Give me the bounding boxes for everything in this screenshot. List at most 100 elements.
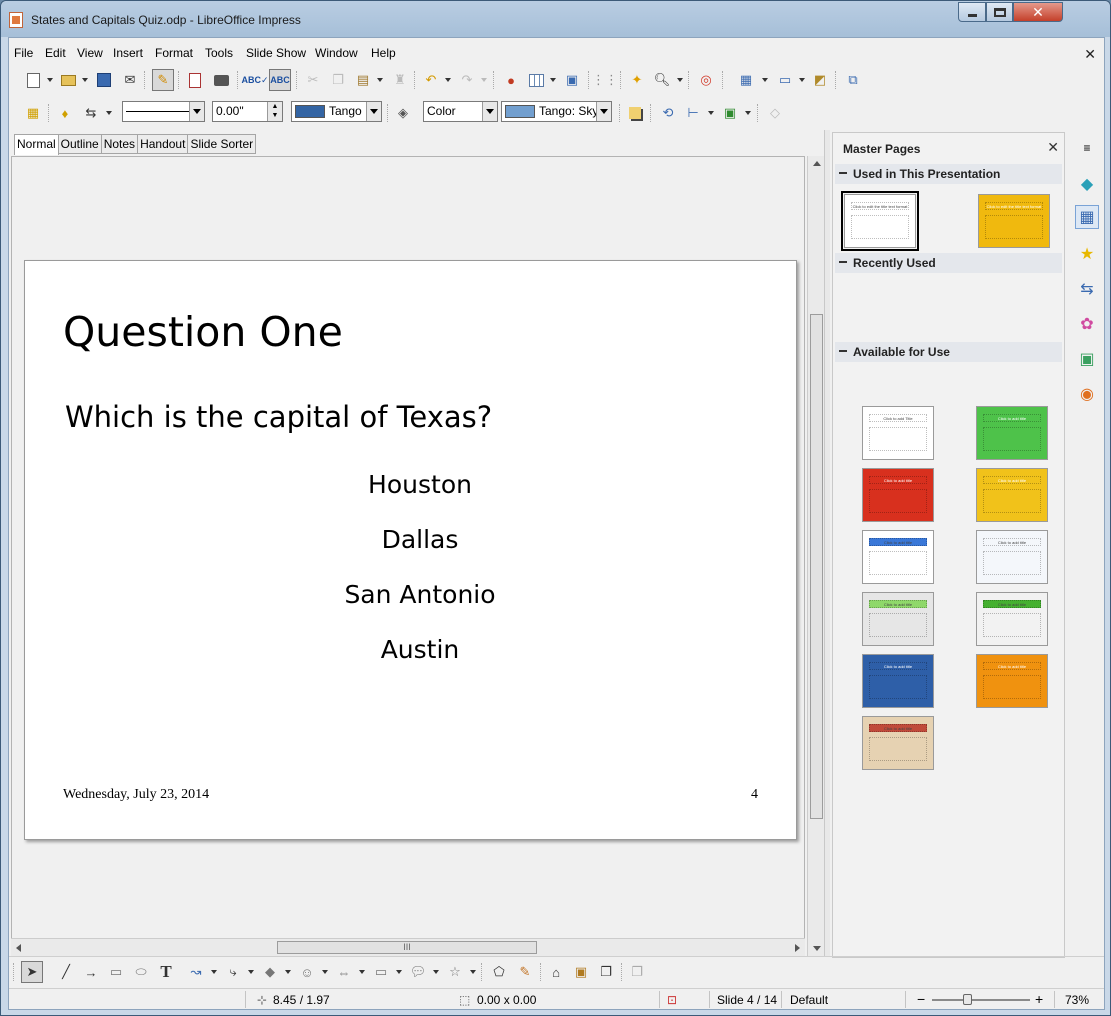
arrow-style-button[interactable]: ⇆ (80, 102, 102, 124)
undo-button[interactable]: ↶ (420, 69, 442, 91)
basic-shapes-button[interactable]: ◆ (259, 961, 281, 983)
menu-window[interactable]: Window (315, 46, 358, 60)
slide-question[interactable]: Which is the capital of Texas? (65, 400, 492, 434)
block-arrows-dropdown-arrow[interactable] (359, 970, 365, 974)
gallery-icon[interactable]: ▣ (1075, 347, 1099, 371)
stars-button[interactable]: ☆ (444, 961, 466, 983)
help-button[interactable]: ◎ (695, 69, 717, 91)
scroll-left-arrow[interactable] (16, 944, 21, 952)
new-slide-dropdown-arrow[interactable] (799, 78, 805, 82)
master-page-thumbnail[interactable]: Click to add title (862, 468, 934, 522)
start-slideshow-button[interactable]: ⧉ (842, 69, 864, 91)
zoom-dropdown-arrow[interactable] (677, 78, 683, 82)
recent-section-header[interactable]: Recently Used (835, 253, 1062, 273)
auto-spellcheck-button[interactable]: ABC (269, 69, 291, 91)
menu-edit[interactable]: Edit (45, 46, 66, 60)
chart-button[interactable]: ● (500, 69, 522, 91)
slide-layout-dropdown-arrow[interactable] (762, 78, 768, 82)
curve-button[interactable]: ↝ (185, 961, 207, 983)
master-page-thumbnail[interactable]: Click to edit the title text format (978, 194, 1050, 248)
connector-dropdown-arrow[interactable] (248, 970, 254, 974)
answer-option[interactable]: Austin (25, 635, 815, 664)
slide-transition-icon[interactable]: ⇆ (1075, 277, 1099, 301)
area-style-dropdown-button[interactable] (482, 102, 497, 121)
slide-editing-area[interactable]: Question One Which is the capital of Tex… (11, 156, 805, 956)
stars-dropdown-arrow[interactable] (470, 970, 476, 974)
new-slide-button[interactable]: ▭ (774, 69, 796, 91)
select-button[interactable]: ➤ (21, 961, 43, 983)
clone-formatting-button[interactable]: ♜ (389, 69, 411, 91)
scroll-right-arrow[interactable] (795, 944, 800, 952)
slide-layout-button[interactable]: ▦ (735, 69, 757, 91)
rotate-button[interactable]: ⟲ (657, 102, 679, 124)
slide-master-button[interactable]: ▦ (22, 102, 44, 124)
scroll-down-arrow[interactable] (813, 946, 821, 951)
table-button[interactable] (525, 69, 547, 91)
shadow-button[interactable] (624, 102, 646, 124)
master-page-thumbnail[interactable]: Click to add title (862, 716, 934, 770)
callouts-button[interactable]: 💬︎ (407, 961, 429, 983)
display-views-button[interactable]: ▣ (561, 69, 583, 91)
master-page-thumbnail[interactable]: Click to add title (862, 530, 934, 584)
curve-dropdown-arrow[interactable] (211, 970, 217, 974)
master-page-thumbnail[interactable]: Click to add title (976, 592, 1048, 646)
table-dropdown-arrow[interactable] (550, 78, 556, 82)
horizontal-scrollbar[interactable]: III (11, 938, 805, 956)
close-window-button[interactable]: ✕ (1013, 2, 1063, 22)
save-button[interactable] (93, 69, 115, 91)
line-style-dropdown-button[interactable] (189, 102, 204, 121)
text-button[interactable]: T (155, 961, 177, 983)
vertical-scrollbar[interactable] (807, 156, 824, 956)
available-section-header[interactable]: Available for Use (835, 342, 1062, 362)
points-button[interactable]: ◇ (764, 102, 786, 124)
cut-button[interactable]: ✂ (302, 69, 324, 91)
slide-design-button[interactable]: ◩ (809, 69, 831, 91)
flowchart-dropdown-arrow[interactable] (396, 970, 402, 974)
menu-tools[interactable]: Tools (205, 46, 233, 60)
symbol-shapes-dropdown-arrow[interactable] (322, 970, 328, 974)
menu-insert[interactable]: Insert (113, 46, 143, 60)
minimize-button[interactable] (958, 2, 986, 22)
rectangle-button[interactable]: ▭ (105, 961, 127, 983)
arrow-line-button[interactable]: → (80, 961, 102, 983)
area-style-combo[interactable]: Color (423, 101, 498, 122)
zoom-out-button[interactable]: − (917, 991, 925, 1007)
menu-file[interactable]: File (14, 46, 33, 60)
line-tool-button[interactable]: ╱ (55, 961, 77, 983)
zoom-slider-thumb[interactable] (963, 994, 972, 1005)
open-dropdown-arrow[interactable] (82, 78, 88, 82)
block-arrows-button[interactable]: ⇔ (333, 961, 355, 983)
document-modified-icon[interactable]: ⊡ (667, 993, 677, 1007)
line-width-spinner[interactable]: 0.00" ▲ ▼ (212, 101, 283, 122)
open-button[interactable] (57, 69, 79, 91)
tab-outline[interactable]: Outline (58, 134, 102, 154)
menu-help[interactable]: Help (371, 46, 396, 60)
panel-close-icon[interactable]: ✕ (1047, 139, 1059, 156)
new-dropdown-arrow[interactable] (47, 78, 53, 82)
zoom-in-button[interactable]: + (1035, 991, 1043, 1007)
slide-title[interactable]: Question One (63, 308, 343, 356)
master-page-thumbnail[interactable]: Click to add title (976, 406, 1048, 460)
master-page-thumbnail[interactable]: Click to add title (976, 468, 1048, 522)
print-button[interactable] (210, 69, 232, 91)
points-tool-button[interactable]: ⬠ (488, 961, 510, 983)
close-document-icon[interactable]: ✕ (1084, 46, 1096, 63)
scroll-up-arrow[interactable] (813, 161, 821, 166)
navigator-button[interactable]: ✦ (626, 69, 648, 91)
new-document-button[interactable] (22, 69, 44, 91)
align-dropdown-arrow[interactable] (708, 111, 714, 115)
callouts-dropdown-arrow[interactable] (433, 970, 439, 974)
undo-dropdown-arrow[interactable] (445, 78, 451, 82)
menu-view[interactable]: View (77, 46, 103, 60)
answer-option[interactable]: Dallas (25, 525, 815, 554)
email-document-button[interactable]: ✉ (119, 69, 141, 91)
area-color-combo[interactable]: Tango: Sky (501, 101, 612, 122)
custom-animation-star-icon[interactable]: ★ (1075, 242, 1099, 266)
paste-dropdown-arrow[interactable] (377, 78, 383, 82)
sidebar-splitter[interactable] (824, 130, 830, 956)
copy-button[interactable]: ❐ (327, 69, 349, 91)
line-color-combo[interactable]: Tango (291, 101, 382, 122)
arrange-button[interactable]: ▣ (719, 102, 741, 124)
extrusion-button[interactable]: ❐ (626, 961, 648, 983)
master-page-thumbnail[interactable]: Click to edit the title text format (841, 191, 919, 251)
